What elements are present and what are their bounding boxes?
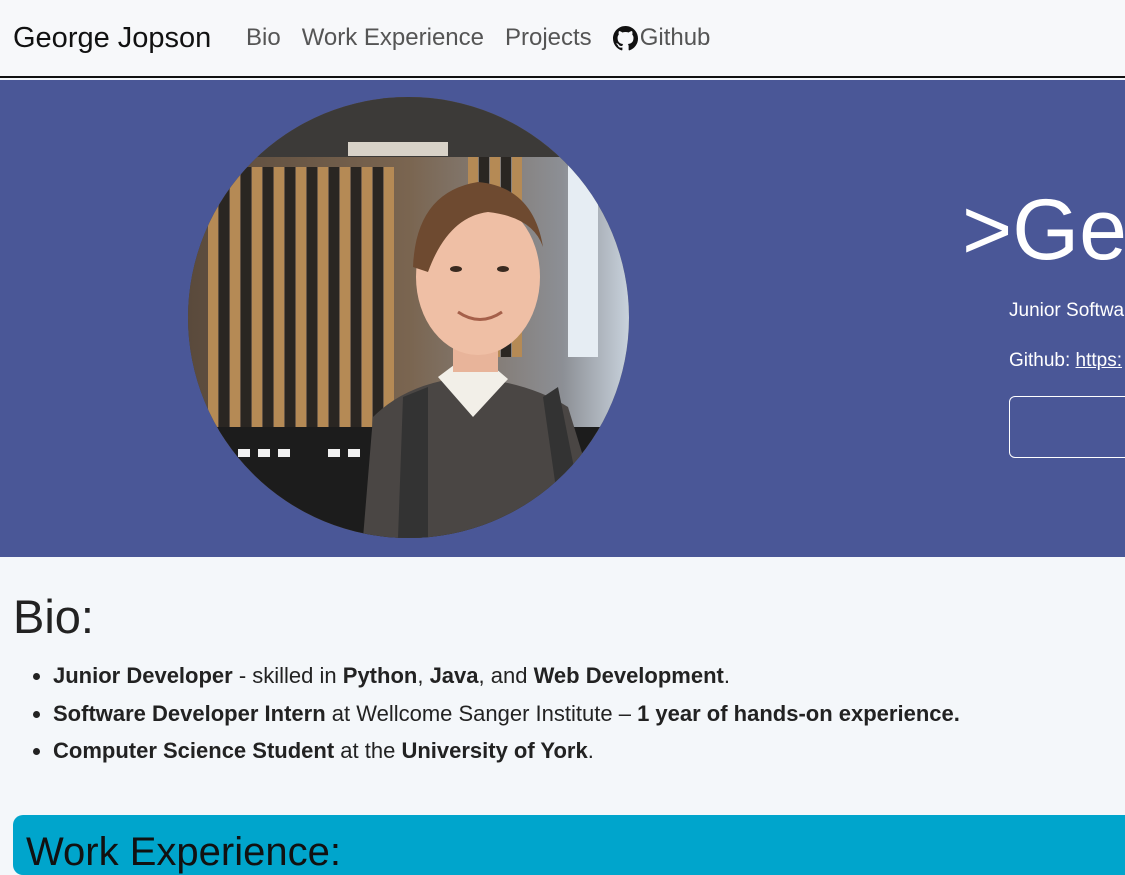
bio-text: . bbox=[723, 663, 730, 688]
bio-place: University of York bbox=[401, 738, 588, 763]
bio-list: Junior Developer - skilled in Python, Ja… bbox=[0, 657, 1123, 770]
work-experience-section: Work Experience: bbox=[13, 815, 1125, 875]
hero-title: >Geo bbox=[962, 182, 1125, 278]
work-experience-heading: Work Experience: bbox=[26, 830, 341, 874]
bio-role: Junior Developer bbox=[53, 663, 233, 688]
bio-heading: Bio: bbox=[13, 590, 94, 643]
bio-skill: Web Development bbox=[533, 663, 724, 688]
hero-section: >Geo Junior Softwa Github: https: bbox=[0, 80, 1125, 557]
github-label: Github bbox=[639, 24, 711, 51]
github-icon bbox=[612, 25, 638, 50]
nav-link-github[interactable]: Github bbox=[612, 21, 711, 55]
top-navbar: George Jopson Bio Work Experience Projec… bbox=[0, 0, 1125, 78]
bio-text: , bbox=[417, 663, 430, 688]
nav-link-bio[interactable]: Bio bbox=[246, 21, 281, 55]
hero-github-link[interactable]: https: bbox=[1076, 350, 1122, 371]
list-item: Computer Science Student at the Universi… bbox=[53, 732, 1123, 770]
bio-highlight: 1 year of hands-on experience. bbox=[637, 700, 960, 726]
bio-text: at Wellcome Sanger Institute – bbox=[325, 700, 638, 726]
bio-skill: Python bbox=[342, 663, 418, 688]
bio-role: Computer Science Student bbox=[53, 738, 335, 763]
hero-github-line: Github: https: bbox=[1009, 349, 1122, 373]
list-item: Junior Developer - skilled in Python, Ja… bbox=[53, 657, 1123, 695]
bio-text: . bbox=[587, 738, 594, 763]
bio-text: - skilled in bbox=[232, 663, 343, 688]
nav-link-work-experience[interactable]: Work Experience bbox=[302, 21, 484, 55]
nav-link-projects[interactable]: Projects bbox=[505, 21, 592, 55]
hero-action-button[interactable] bbox=[1009, 396, 1125, 458]
profile-photo-illustration bbox=[188, 97, 629, 538]
profile-photo bbox=[188, 97, 629, 538]
brand-name[interactable]: George Jopson bbox=[13, 20, 211, 56]
bio-skill: Java bbox=[429, 663, 479, 688]
hero-github-prefix: Github: bbox=[1009, 350, 1076, 371]
bio-role: Software Developer Intern bbox=[53, 700, 326, 726]
hero-subtitle: Junior Softwa bbox=[1009, 300, 1125, 321]
bio-text: , and bbox=[478, 663, 534, 688]
nav-links: Bio Work Experience Projects Github bbox=[246, 21, 710, 55]
list-item: Software Developer Intern at Wellcome Sa… bbox=[53, 695, 1123, 733]
bio-text: at the bbox=[334, 738, 402, 763]
